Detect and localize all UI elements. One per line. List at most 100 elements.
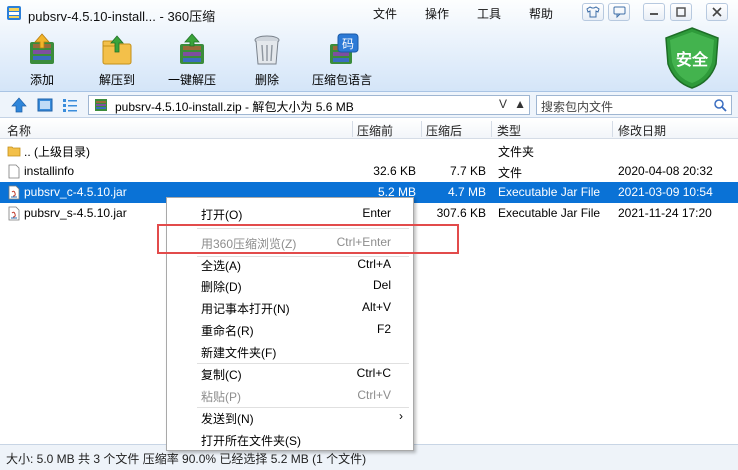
extract-to-label: 解压到 (98, 73, 135, 87)
menu-item-rename[interactable]: 重命名(R) F2 (167, 318, 413, 340)
one-click-extract-icon (180, 33, 204, 64)
menu-file[interactable]: 文件 (373, 5, 397, 22)
menu-item-label: 重命名(R) (201, 324, 254, 338)
menu-item-label: 发送到(N) (201, 412, 254, 426)
address-bar: pubsrv-4.5.10-install.zip - 解包大小为 5.6 MB… (0, 92, 738, 118)
row-modified: 2021-11-24 17:20 (618, 206, 712, 220)
extract-to-button[interactable]: 解压到 (85, 30, 149, 88)
app-logo-icon (7, 6, 21, 20)
chat-icon (613, 6, 625, 19)
jar-icon (8, 185, 20, 200)
menu-item-select-all[interactable]: 全选(A) Ctrl+A (167, 253, 413, 275)
column-modified[interactable]: 修改日期 (618, 122, 666, 139)
menu-item-shortcut: Ctrl+C (356, 366, 391, 380)
row-size-after: 7.7 KB (449, 164, 486, 178)
menu-item-label: 新建文件夹(F) (201, 346, 277, 360)
column-divider[interactable] (352, 121, 353, 137)
menu-item-open-containing-folder[interactable]: 打开所在文件夹(S) (167, 428, 413, 450)
close-button[interactable] (706, 3, 728, 21)
trash-icon (254, 35, 280, 65)
menu-item-shortcut: F2 (376, 322, 391, 336)
up-arrow-icon[interactable] (11, 97, 27, 113)
menu-item-delete[interactable]: 删除(D) Del (167, 274, 413, 296)
delete-label: 删除 (254, 73, 279, 87)
menu-item-copy[interactable]: 复制(C) Ctrl+C (167, 362, 413, 384)
menu-item-label: 粘贴(P) (201, 390, 241, 404)
menu-item-shortcut: Del (372, 278, 391, 292)
highlight-annotation (157, 224, 459, 254)
path-text: pubsrv-4.5.10-install.zip - 解包大小为 5.6 MB (115, 100, 354, 114)
window-chrome: pubsrv-4.5.10-install... - 360压缩 文件 操作 工… (0, 0, 738, 92)
view-list-icon[interactable] (62, 97, 78, 113)
menu-item-label: 用记事本打开(N) (201, 302, 290, 316)
file-list-header: 名称 压缩前 压缩后 类型 修改日期 (0, 119, 738, 139)
row-type: Executable Jar File (498, 185, 601, 199)
one-click-extract-button[interactable]: 一键解压 (160, 30, 224, 88)
delete-button[interactable]: 删除 (235, 30, 299, 88)
row-name: pubsrv_s-4.5.10.jar (24, 206, 127, 220)
menu-item-send-to[interactable]: 发送到(N) › (167, 406, 413, 428)
maximize-button[interactable] (670, 3, 692, 21)
column-divider[interactable] (421, 121, 422, 137)
row-type: Executable Jar File (498, 206, 601, 220)
row-size-after: 4.7 MB (447, 185, 486, 199)
safe-badge-text: 安全 (675, 52, 708, 69)
archive-language-button[interactable]: 码 压缩包语言 (310, 30, 374, 88)
column-divider[interactable] (612, 121, 613, 137)
row-type: 文件夹 (498, 145, 535, 159)
folder-icon (7, 146, 21, 157)
menu-item-label: 打开所在文件夹(S) (201, 434, 301, 448)
minimize-icon (650, 13, 658, 15)
submenu-arrow-icon: › (399, 409, 403, 423)
search-icon[interactable] (714, 99, 727, 112)
search-input[interactable]: 搜索包内文件 (536, 95, 732, 115)
menu-item-label: 删除(D) (201, 280, 242, 294)
menu-help[interactable]: 帮助 (529, 5, 553, 22)
feedback-button[interactable] (608, 3, 630, 21)
column-size-after[interactable]: 压缩后 (426, 122, 462, 139)
table-row[interactable]: .. (上级目录) 文件夹 (0, 140, 738, 161)
skin-button[interactable] (582, 3, 604, 21)
menu-operation[interactable]: 操作 (425, 5, 449, 22)
column-divider[interactable] (491, 121, 492, 137)
path-dropdown-button[interactable]: V (499, 97, 507, 111)
add-button[interactable]: 添加 (10, 30, 74, 88)
view-large-icon[interactable] (37, 97, 53, 113)
safe-badge[interactable]: 安全 (662, 26, 722, 90)
menu-item-paste[interactable]: 粘贴(P) Ctrl+V (167, 384, 413, 406)
menu-item-shortcut: Ctrl+V (357, 388, 391, 402)
path-up-button[interactable]: ▲ (514, 97, 526, 111)
table-row[interactable]: installinfo 32.6 KB 7.7 KB 文件 2020-04-08… (0, 161, 738, 182)
column-type[interactable]: 类型 (497, 122, 521, 139)
window-title: pubsrv-4.5.10-install... - 360压缩 (28, 9, 216, 24)
row-size-before: 32.6 KB (373, 164, 416, 178)
minimize-button[interactable] (643, 3, 665, 21)
menu-item-label: 复制(C) (201, 368, 242, 382)
row-size-after: 307.6 KB (436, 206, 486, 220)
maximize-icon (676, 7, 686, 17)
row-modified: 2020-04-08 20:32 (618, 164, 713, 178)
menu-tools[interactable]: 工具 (477, 5, 501, 22)
row-name: pubsrv_c-4.5.10.jar (24, 185, 127, 199)
menu-item-label: 打开(O) (201, 208, 243, 222)
row-name: .. (上级目录) (24, 145, 90, 159)
menu-item-new-folder[interactable]: 新建文件夹(F) (167, 340, 413, 362)
title-bar: pubsrv-4.5.10-install... - 360压缩 文件 操作 工… (0, 0, 738, 26)
jar-icon (8, 206, 20, 221)
shirt-icon (586, 6, 600, 18)
one-click-extract-label: 一键解压 (167, 73, 216, 87)
row-type: 文件 (498, 166, 523, 180)
file-icon (8, 164, 20, 179)
add-label: 添加 (29, 73, 54, 87)
menu-item-shortcut: Alt+V (361, 300, 391, 314)
path-field[interactable]: pubsrv-4.5.10-install.zip - 解包大小为 5.6 MB… (88, 95, 530, 115)
column-size-before[interactable]: 压缩前 (357, 122, 393, 139)
menu-item-open-notepad[interactable]: 用记事本打开(N) Alt+V (167, 296, 413, 318)
zip-file-icon (95, 99, 107, 111)
menu-item-open[interactable]: 打开(O) Enter (167, 202, 413, 224)
extract-to-icon (102, 35, 132, 65)
archive-language-icon: 码 (330, 33, 359, 64)
column-name[interactable]: 名称 (7, 122, 31, 139)
status-text: 大小: 5.0 MB 共 3 个文件 压缩率 90.0% 已经选择 5.2 MB… (6, 452, 367, 466)
row-name: installinfo (24, 164, 75, 178)
